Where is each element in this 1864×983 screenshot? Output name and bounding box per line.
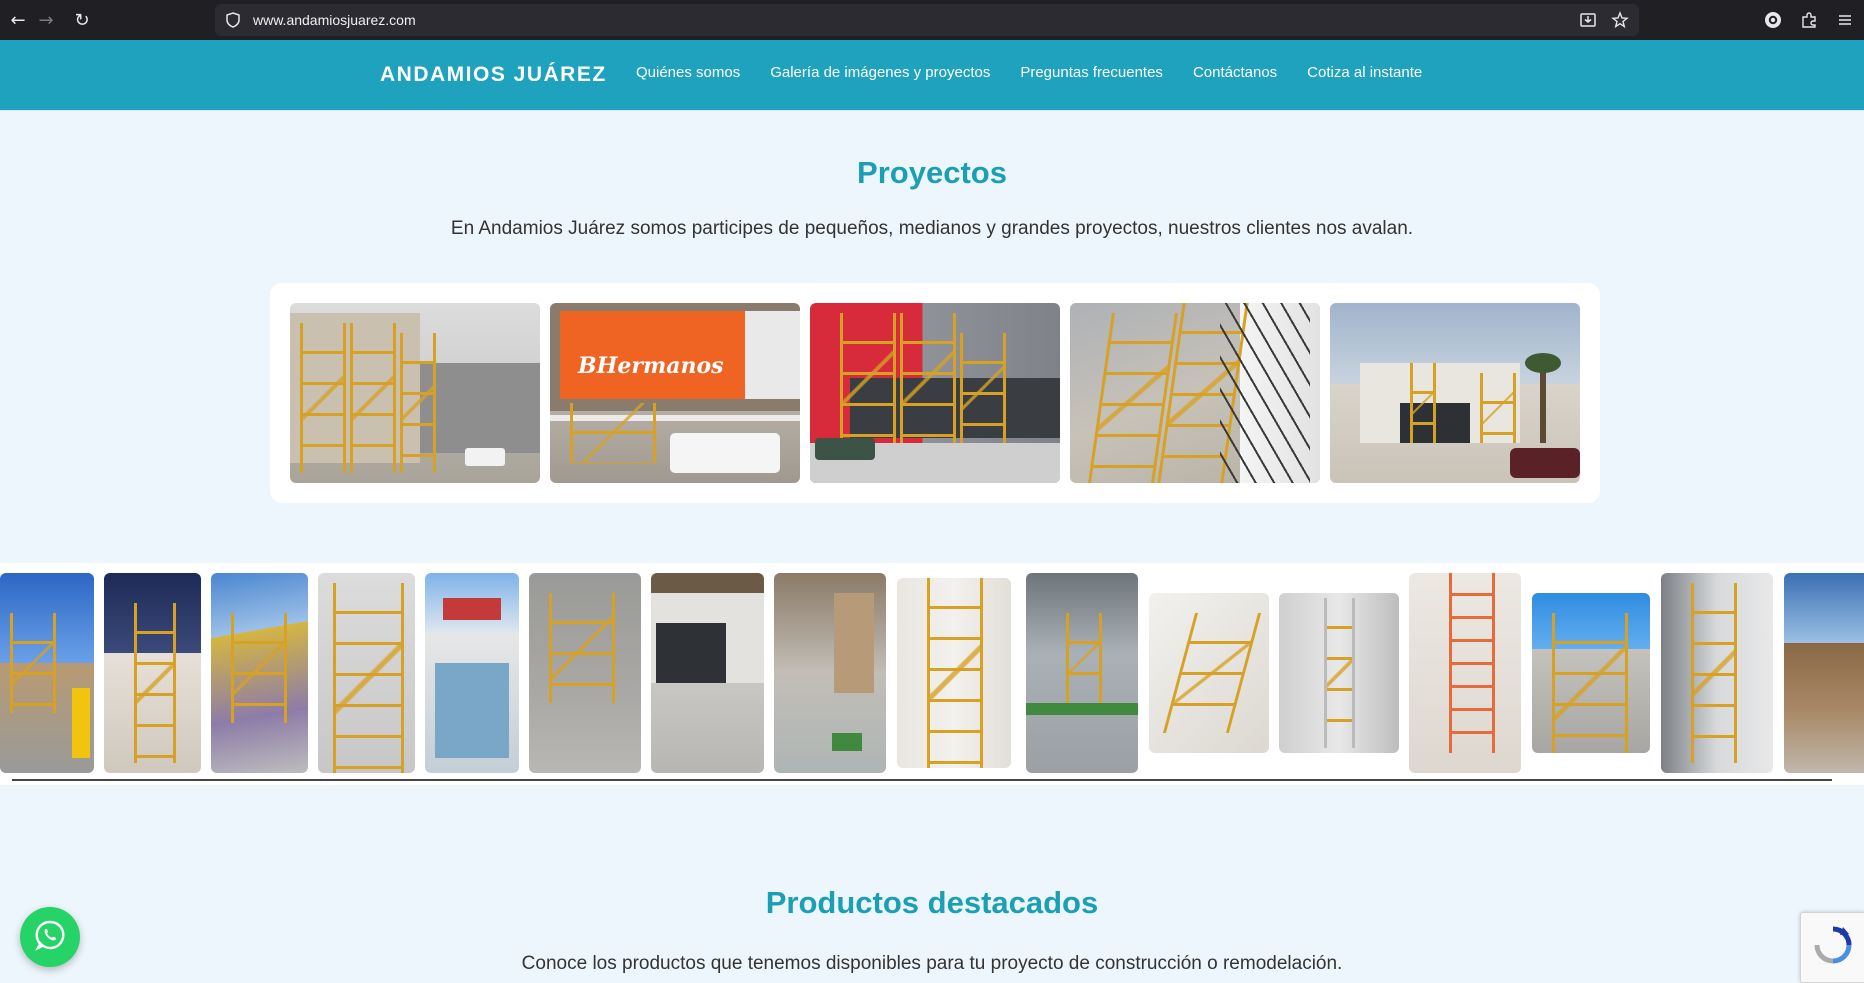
strip-photo[interactable]	[1532, 593, 1650, 753]
forward-button[interactable]: →	[28, 0, 64, 40]
site-header: ANDAMIOS JUÁREZ Quiénes somos Galería de…	[0, 40, 1864, 110]
strip-photo[interactable]	[651, 573, 764, 773]
strip-photo[interactable]	[318, 573, 415, 773]
whatsapp-icon	[33, 918, 67, 957]
forward-arrow-icon: →	[38, 9, 54, 31]
nav-link-cotiza[interactable]: Cotiza al instante	[1307, 64, 1422, 81]
nav-link-quienes-somos[interactable]: Quiénes somos	[636, 64, 740, 81]
project-photo[interactable]	[1070, 303, 1320, 483]
strip-scrollbar[interactable]	[12, 779, 1832, 781]
account-icon[interactable]	[1762, 9, 1784, 31]
recaptcha-icon	[1812, 924, 1854, 971]
strip-photo[interactable]	[897, 578, 1011, 768]
store-sign-text: BHermanos	[578, 353, 724, 379]
nav-link-galeria[interactable]: Galería de imágenes y proyectos	[770, 64, 990, 81]
strip-photo[interactable]	[529, 573, 641, 773]
strip-photo[interactable]	[1026, 573, 1138, 773]
strip-photo[interactable]	[1661, 573, 1773, 773]
nav-link-preguntas[interactable]: Preguntas frecuentes	[1020, 64, 1163, 81]
nav-link-contacto[interactable]: Contáctanos	[1193, 64, 1277, 81]
browser-toolbar: ← → ↻ www.andamiosjuarez.com	[0, 0, 1864, 40]
extensions-icon[interactable]	[1798, 9, 1820, 31]
strip-photo[interactable]	[1279, 593, 1399, 753]
whatsapp-button[interactable]	[20, 907, 80, 967]
shield-icon	[223, 10, 243, 30]
strip-photo[interactable]	[0, 573, 94, 773]
project-photo[interactable]: BHermanos	[550, 303, 800, 483]
reload-button[interactable]: ↻	[64, 0, 100, 40]
productos-text: Conoce los productos que tenemos disponi…	[521, 953, 1343, 974]
reload-icon: ↻	[74, 9, 90, 31]
project-strip[interactable]	[0, 563, 1864, 785]
strip-photo[interactable]	[1409, 573, 1521, 773]
install-app-icon[interactable]	[1577, 9, 1599, 31]
menu-icon[interactable]	[1834, 9, 1856, 31]
strip-photo[interactable]	[425, 573, 519, 773]
strip-photo[interactable]	[211, 573, 308, 773]
project-gallery: BHermanos	[270, 283, 1600, 503]
project-photo[interactable]	[1330, 303, 1580, 483]
back-arrow-icon: ←	[10, 9, 26, 31]
proyectos-title: Proyectos	[857, 155, 1007, 190]
strip-photo[interactable]	[104, 573, 201, 773]
strip-photo[interactable]	[1784, 573, 1864, 773]
address-bar[interactable]: www.andamiosjuarez.com	[215, 4, 1639, 36]
project-photo[interactable]	[290, 303, 540, 483]
url-text: www.andamiosjuarez.com	[253, 12, 416, 28]
strip-photo[interactable]	[774, 573, 886, 773]
bookmark-star-icon[interactable]	[1609, 9, 1631, 31]
recaptcha-badge[interactable]	[1800, 912, 1864, 983]
productos-title: Productos destacados	[765, 885, 1099, 920]
strip-photo[interactable]	[1149, 593, 1269, 753]
site-brand[interactable]: ANDAMIOS JUÁREZ	[380, 63, 607, 87]
proyectos-text: En Andamios Juárez somos participes de p…	[450, 218, 1414, 239]
main-nav: Quiénes somos Galería de imágenes y proy…	[636, 64, 1422, 81]
project-photo[interactable]	[810, 303, 1060, 483]
